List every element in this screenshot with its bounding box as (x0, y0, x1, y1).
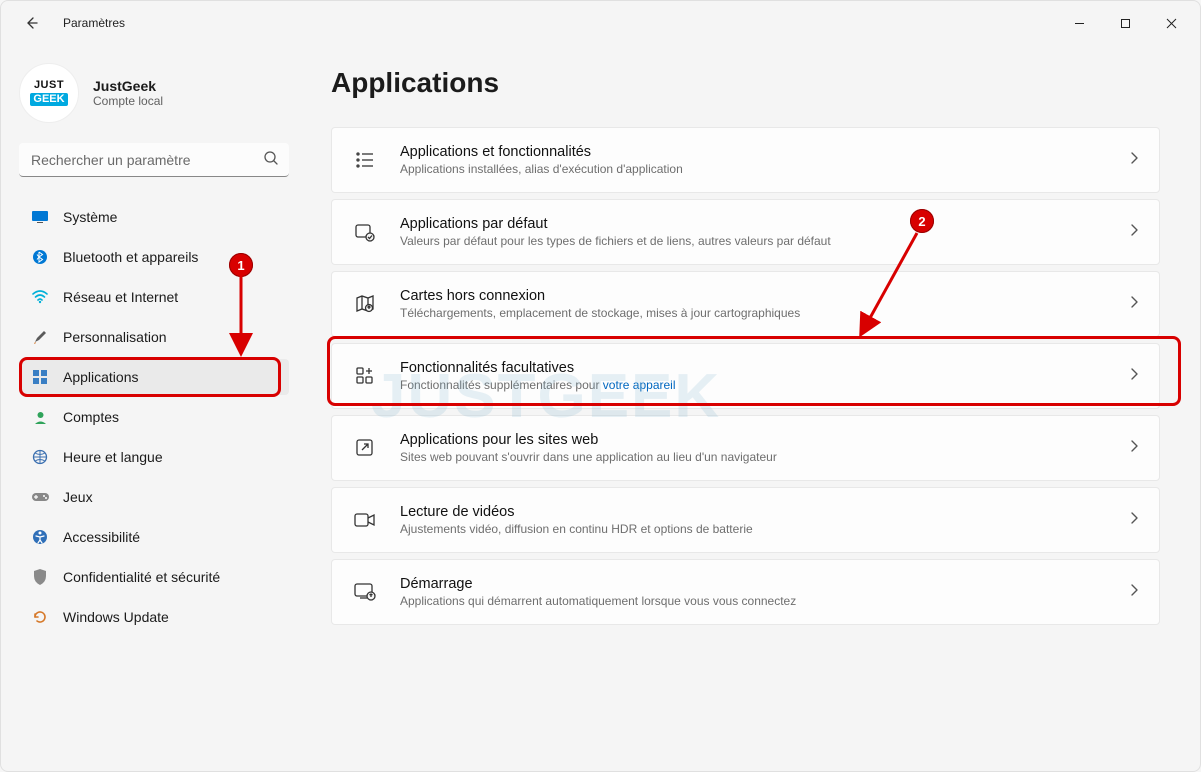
nav-item-gaming[interactable]: Jeux (19, 479, 289, 515)
chevron-right-icon (1130, 151, 1139, 170)
card-subtitle: Applications qui démarrent automatiqueme… (400, 594, 1130, 608)
card-startup[interactable]: Démarrage Applications qui démarrent auto… (331, 559, 1160, 625)
nav-label: Personnalisation (63, 329, 167, 345)
close-button[interactable] (1148, 7, 1194, 39)
avatar: JUSTGEEK (19, 63, 79, 123)
nav-item-accessibility[interactable]: Accessibilité (19, 519, 289, 555)
shield-icon (31, 568, 49, 586)
profile-block[interactable]: JUSTGEEK JustGeek Compte local (19, 63, 289, 123)
settings-window: Paramètres JUSTGEEK JustGeek Compte loca… (0, 0, 1201, 772)
nav-item-bluetooth[interactable]: Bluetooth et appareils (19, 239, 289, 275)
minimize-icon (1074, 18, 1085, 29)
card-apps-features[interactable]: Applications et fonctionnalités Applicati… (331, 127, 1160, 193)
card-subtitle: Valeurs par défaut pour les types de fic… (400, 234, 1130, 248)
content-area: Applications Applications et fonctionnal… (301, 45, 1200, 771)
accessibility-icon (31, 528, 49, 546)
paintbrush-icon (31, 328, 49, 346)
card-subtitle: Ajustements vidéo, diffusion en continu … (400, 522, 1130, 536)
page-title: Applications (331, 67, 1160, 99)
minimize-button[interactable] (1056, 7, 1102, 39)
person-icon (31, 408, 49, 426)
apps-icon (31, 368, 49, 386)
chevron-right-icon (1130, 295, 1139, 314)
nav-item-applications[interactable]: Applications (19, 359, 289, 395)
startup-icon (352, 579, 378, 605)
card-title: Démarrage (400, 576, 1130, 592)
maximize-icon (1120, 18, 1131, 29)
card-subtitle: Fonctionnalités supplémentaires pour vot… (400, 378, 1130, 392)
back-button[interactable] (17, 9, 45, 37)
window-controls (1056, 7, 1194, 39)
card-title: Lecture de vidéos (400, 504, 1130, 520)
card-video-playback[interactable]: Lecture de vidéos Ajustements vidéo, diff… (331, 487, 1160, 553)
nav-label: Jeux (63, 489, 93, 505)
map-icon (352, 291, 378, 317)
optional-features-icon (352, 363, 378, 389)
nav-label: Confidentialité et sécurité (63, 569, 220, 585)
card-title: Applications pour les sites web (400, 432, 1130, 448)
card-websites-apps[interactable]: Applications pour les sites web Sites web… (331, 415, 1160, 481)
nav-item-personalization[interactable]: Personnalisation (19, 319, 289, 355)
sidebar: JUSTGEEK JustGeek Compte local Système B… (1, 45, 301, 771)
search-container (19, 143, 289, 177)
default-apps-icon (352, 219, 378, 245)
card-title: Applications par défaut (400, 216, 1130, 232)
sync-icon (31, 608, 49, 626)
card-offline-maps[interactable]: Cartes hors connexion Téléchargements, em… (331, 271, 1160, 337)
nav-item-accounts[interactable]: Comptes (19, 399, 289, 435)
nav-item-privacy[interactable]: Confidentialité et sécurité (19, 559, 289, 595)
globe-clock-icon (31, 448, 49, 466)
arrow-left-icon (23, 15, 39, 31)
nav-label: Réseau et Internet (63, 289, 178, 305)
card-title: Fonctionnalités facultatives (400, 360, 1130, 376)
display-icon (31, 208, 49, 226)
nav-list: Système Bluetooth et appareils Réseau et… (19, 199, 289, 635)
search-icon (263, 150, 279, 171)
nav-label: Bluetooth et appareils (63, 249, 198, 265)
nav-item-network[interactable]: Réseau et Internet (19, 279, 289, 315)
card-subtitle: Sites web pouvant s'ouvrir dans une appl… (400, 450, 1130, 464)
card-default-apps[interactable]: Applications par défaut Valeurs par défau… (331, 199, 1160, 265)
bluetooth-icon (31, 248, 49, 266)
video-icon (352, 507, 378, 533)
nav-label: Heure et langue (63, 449, 163, 465)
card-optional-features[interactable]: Fonctionnalités facultatives Fonctionnali… (331, 343, 1160, 409)
nav-label: Comptes (63, 409, 119, 425)
search-input[interactable] (19, 143, 289, 177)
nav-item-system[interactable]: Système (19, 199, 289, 235)
chevron-right-icon (1130, 511, 1139, 530)
chevron-right-icon (1130, 439, 1139, 458)
chevron-right-icon (1130, 583, 1139, 602)
card-title: Applications et fonctionnalités (400, 144, 1130, 160)
maximize-button[interactable] (1102, 7, 1148, 39)
wifi-icon (31, 288, 49, 306)
nav-label: Accessibilité (63, 529, 140, 545)
nav-label: Système (63, 209, 117, 225)
window-title: Paramètres (63, 16, 125, 30)
list-icon (352, 147, 378, 173)
gamepad-icon (31, 488, 49, 506)
close-icon (1166, 18, 1177, 29)
chevron-right-icon (1130, 367, 1139, 386)
card-title: Cartes hors connexion (400, 288, 1130, 304)
nav-label: Applications (63, 369, 139, 385)
nav-label: Windows Update (63, 609, 169, 625)
titlebar: Paramètres (1, 1, 1200, 45)
open-external-icon (352, 435, 378, 461)
profile-subtitle: Compte local (93, 94, 163, 108)
card-subtitle: Téléchargements, emplacement de stockage… (400, 306, 1130, 320)
nav-item-windows-update[interactable]: Windows Update (19, 599, 289, 635)
chevron-right-icon (1130, 223, 1139, 242)
nav-item-time-language[interactable]: Heure et langue (19, 439, 289, 475)
profile-name: JustGeek (93, 78, 163, 94)
card-subtitle: Applications installées, alias d'exécuti… (400, 162, 1130, 176)
